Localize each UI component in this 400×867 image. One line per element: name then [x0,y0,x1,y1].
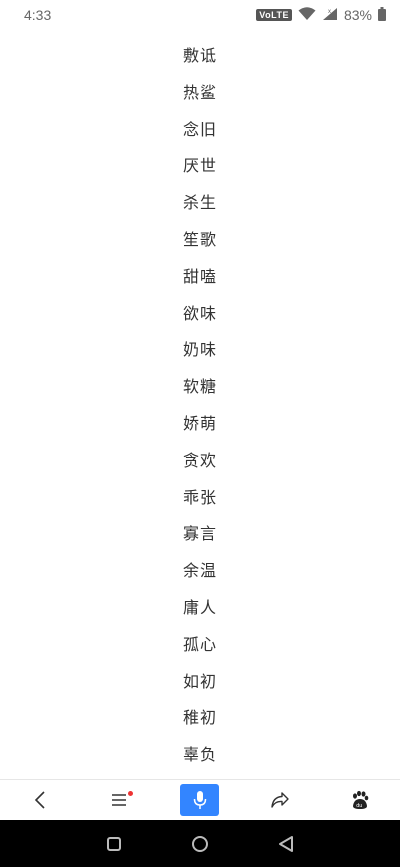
wifi-icon [298,6,316,24]
list-item: 敷诋 [182,46,217,65]
battery-percent: 83% [343,7,372,23]
chevron-left-icon [34,791,45,809]
circle-icon [192,835,208,852]
list-item: 念旧 [182,119,217,139]
share-icon [270,792,289,808]
signal-icon: x [322,7,338,24]
svg-text:x: x [328,9,331,15]
status-icons: VoLTE x 83% [256,6,386,24]
system-back-button[interactable] [276,834,296,854]
share-button[interactable] [260,783,300,817]
list-item: 热鲨 [182,82,217,102]
list-item: 软糖 [182,377,217,397]
list-item: 笙歌 [182,229,217,249]
back-button[interactable] [20,783,60,817]
menu-button[interactable] [100,783,140,817]
recents-button[interactable] [104,834,124,854]
svg-text:du: du [356,803,362,809]
system-nav-bar [0,820,400,867]
list-item: 厌世 [182,156,217,176]
list-item: 辜负 [182,745,217,765]
list-item: 孤心 [182,634,217,654]
triangle-back-icon [279,835,293,852]
volte-badge: VoLTE [256,9,292,21]
list-item: 乖张 [182,487,217,507]
list-item: 欲味 [182,303,217,323]
list-item: 娇萌 [182,413,217,433]
list-item: 杀生 [182,193,217,213]
battery-icon [378,6,386,24]
baidu-button[interactable]: du [340,783,380,817]
voice-search-button[interactable] [180,784,220,816]
menu-icon [112,794,127,806]
list-item: 余温 [182,561,217,581]
word-list: 敷诋热鲨念旧厌世杀生笙歌甜嗑欲味奶味软糖娇萌贪欢乖张寡言余温庸人孤心如初稚初辜负 [0,38,400,774]
list-item: 奶味 [182,340,217,360]
list-item: 庸人 [182,597,217,617]
square-icon [107,836,121,851]
list-item: 如初 [182,671,217,691]
list-item: 寡言 [182,524,217,544]
baidu-paw-icon: du [352,790,369,809]
list-item: 贪欢 [182,450,217,470]
home-button[interactable] [190,834,210,854]
microphone-icon [193,791,207,809]
bottom-toolbar: du [0,779,400,820]
status-time: 4:33 [24,7,52,23]
notification-dot [128,791,134,796]
list-item: 稚初 [182,708,217,728]
list-item: 甜嗑 [182,266,217,286]
status-bar: 4:33 VoLTE x 83% [0,0,400,30]
